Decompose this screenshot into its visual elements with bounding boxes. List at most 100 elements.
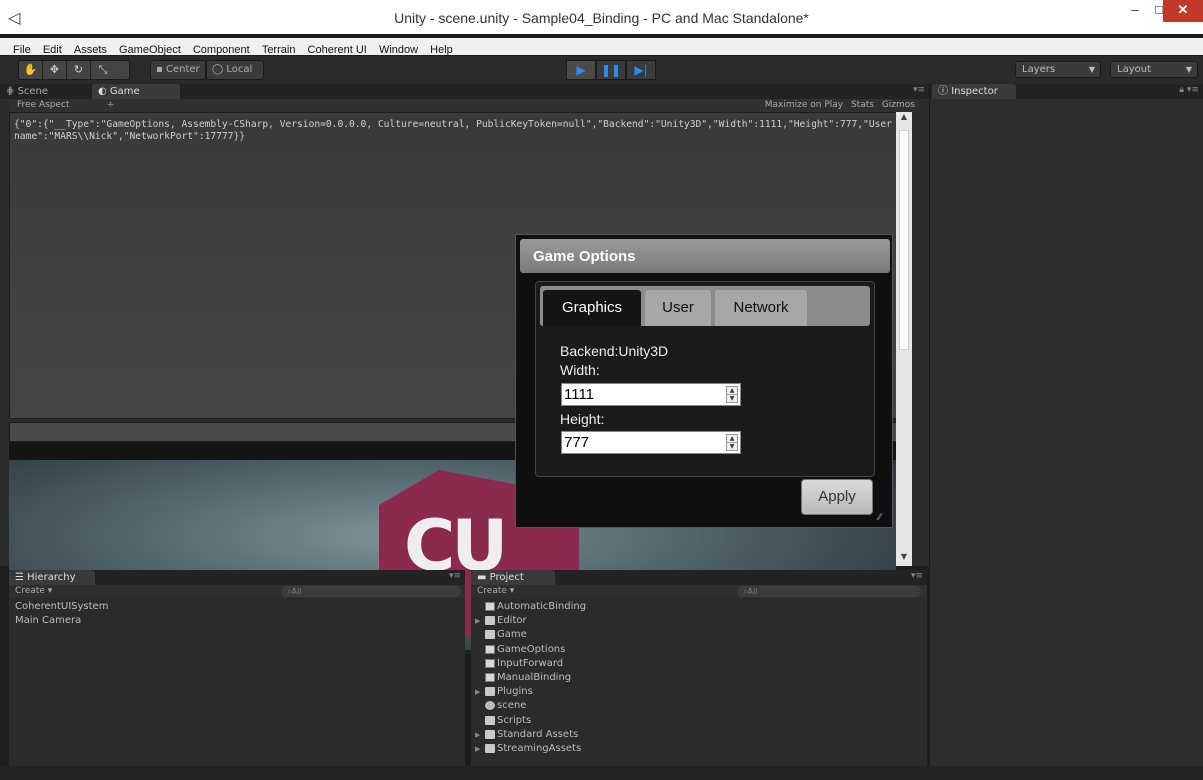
pivot-local-toggle[interactable]: ◯ Local [206, 60, 264, 80]
list-item-label: scene [497, 700, 527, 712]
list-item[interactable]: ▶ Editor [471, 614, 927, 628]
list-item[interactable]: Scripts [471, 714, 927, 728]
height-stepper[interactable]: ▲ ▼ [561, 431, 741, 454]
tab-user[interactable]: User [645, 290, 711, 326]
rotate-tool-icon[interactable]: ↻ [67, 61, 91, 79]
width-input[interactable] [564, 385, 719, 404]
list-item[interactable]: ▶ Standard Assets [471, 728, 927, 742]
hierarchy-panel: ☰ Hierarchy ▾≡ Create ▾ ⌕All CoherentUIS… [9, 570, 465, 766]
height-spinner[interactable]: ▲ ▼ [726, 434, 738, 451]
folder-icon [485, 729, 495, 739]
width-spinner[interactable]: ▲ ▼ [726, 386, 738, 403]
folder-icon [485, 743, 495, 753]
list-item-label: StreamingAssets [497, 742, 582, 754]
scroll-thumb[interactable] [899, 130, 909, 350]
pause-button[interactable]: ❚❚ [596, 60, 626, 80]
list-item[interactable]: ▶ Plugins [471, 685, 927, 699]
create-label: Create [477, 586, 507, 596]
create-dropdown[interactable]: Create ▾ [15, 585, 52, 598]
stats-toggle[interactable]: Stats [851, 100, 874, 110]
list-item-label: ManualBinding [497, 671, 572, 683]
transform-tools: ✋ ✥ ↻ ⤡ [18, 60, 130, 80]
aspect-dropdown[interactable]: Free Aspect ÷ [17, 99, 114, 112]
panel-menu-icon[interactable]: ▾≡ [913, 85, 925, 95]
list-item[interactable]: Main Camera [9, 614, 465, 628]
tab-scene-label: Scene [17, 86, 49, 97]
close-button[interactable]: ✕ [1163, 0, 1203, 22]
move-tool-icon[interactable]: ✥ [43, 61, 67, 79]
fold-arrow-icon[interactable]: ▶ [475, 742, 480, 756]
list-item[interactable]: InputForward [471, 657, 927, 671]
create-label: Create [15, 586, 45, 596]
tab-graphics[interactable]: Graphics [543, 290, 641, 326]
scroll-down-icon[interactable]: ▼ [896, 552, 912, 566]
spin-down-icon[interactable]: ▼ [727, 443, 737, 451]
width-stepper[interactable]: ▲ ▼ [561, 383, 741, 406]
list-item-label: CoherentUISystem [15, 601, 109, 612]
maximize-on-play-toggle[interactable]: Maximize on Play [765, 100, 843, 110]
game-tabstrip: ⋕ Scene ◐ Game ▾≡ [0, 84, 929, 99]
height-label: Height: [560, 411, 605, 427]
spin-up-icon[interactable]: ▲ [727, 435, 737, 443]
folder-icon: ▬ [477, 572, 487, 583]
menu-bar: File Edit Assets GameObject Component Te… [0, 38, 1203, 56]
list-item[interactable]: GameOptions [471, 643, 927, 657]
tab-inspector[interactable]: ⓘ Inspector [932, 84, 1016, 99]
scale-tool-icon[interactable]: ⤡ [91, 61, 115, 79]
layout-dropdown[interactable]: Layout ▼ [1110, 61, 1198, 78]
fold-arrow-icon[interactable]: ▶ [475, 685, 480, 699]
search-placeholder: All [291, 587, 302, 596]
fold-arrow-icon[interactable]: ▶ [475, 614, 480, 628]
play-controls: ▶ ❚❚ ▶| [566, 60, 656, 80]
list-item-label: Plugins [497, 686, 533, 698]
project-search-input[interactable]: ⌕All [737, 586, 921, 597]
apply-button[interactable]: Apply [801, 479, 873, 515]
project-panel: ▬ Project ▾≡ Create ▾ ⌕All AutomaticBind… [471, 570, 927, 766]
panel-menu-icon[interactable]: ▾≡ [449, 571, 461, 581]
pivot-center-label: Center [165, 64, 200, 75]
lock-icon[interactable]: 🔒︎ ▾≡ [1179, 85, 1199, 95]
list-icon: ☰ [15, 572, 24, 583]
gizmos-toggle[interactable]: Gizmos [882, 100, 915, 110]
project-tabstrip: ▬ Project ▾≡ [471, 570, 927, 585]
step-button[interactable]: ▶| [626, 60, 656, 80]
dialog-header[interactable]: Game Options [520, 239, 890, 273]
spin-up-icon[interactable]: ▲ [727, 387, 737, 395]
list-item-label: Scripts [497, 714, 532, 726]
tab-hierarchy[interactable]: ☰ Hierarchy [9, 570, 95, 585]
list-item[interactable]: scene [471, 699, 927, 713]
tab-project[interactable]: ▬ Project [471, 570, 555, 585]
layers-dropdown[interactable]: Layers ▼ [1015, 61, 1101, 78]
tab-scene[interactable]: ⋕ Scene [0, 84, 80, 99]
height-input[interactable] [564, 433, 719, 452]
resize-grip-icon[interactable]: ⁄⁄ [878, 513, 888, 523]
list-item[interactable]: Game [471, 628, 927, 642]
list-item[interactable]: ManualBinding [471, 671, 927, 685]
chevron-down-icon: ▼ [1185, 65, 1192, 74]
play-button[interactable]: ▶ [566, 60, 596, 80]
search-placeholder: All [747, 587, 758, 596]
script-icon [485, 602, 495, 611]
pivot-center-toggle[interactable]: ▪ Center [150, 60, 206, 80]
spin-down-icon[interactable]: ▼ [727, 395, 737, 403]
hand-tool-icon[interactable]: ✋ [19, 61, 43, 79]
project-subbar: Create ▾ ⌕All [471, 585, 927, 598]
list-item-label: InputForward [497, 657, 564, 669]
unity-scene-icon [485, 701, 495, 711]
tab-network[interactable]: Network [715, 290, 807, 326]
tab-hierarchy-label: Hierarchy [27, 572, 76, 583]
fold-arrow-icon[interactable]: ▶ [475, 728, 480, 742]
list-item-label: GameOptions [497, 643, 566, 655]
list-item[interactable]: ▶ StreamingAssets [471, 742, 927, 756]
game-vertical-scrollbar[interactable]: ▲ ▼ [896, 112, 912, 566]
hierarchy-search-input[interactable]: ⌕All [281, 586, 461, 597]
hierarchy-tabstrip: ☰ Hierarchy ▾≡ [9, 570, 465, 585]
list-item[interactable]: CoherentUISystem [9, 600, 465, 614]
panel-menu-icon[interactable]: ▾≡ [911, 571, 923, 581]
backend-label: Backend:Unity3D [560, 343, 669, 359]
options-tabstrip: Graphics User Network [540, 286, 870, 326]
tab-game[interactable]: ◐ Game [92, 84, 180, 99]
list-item[interactable]: AutomaticBinding [471, 600, 927, 614]
create-dropdown[interactable]: Create ▾ [477, 585, 514, 598]
scroll-up-icon[interactable]: ▲ [896, 112, 912, 126]
